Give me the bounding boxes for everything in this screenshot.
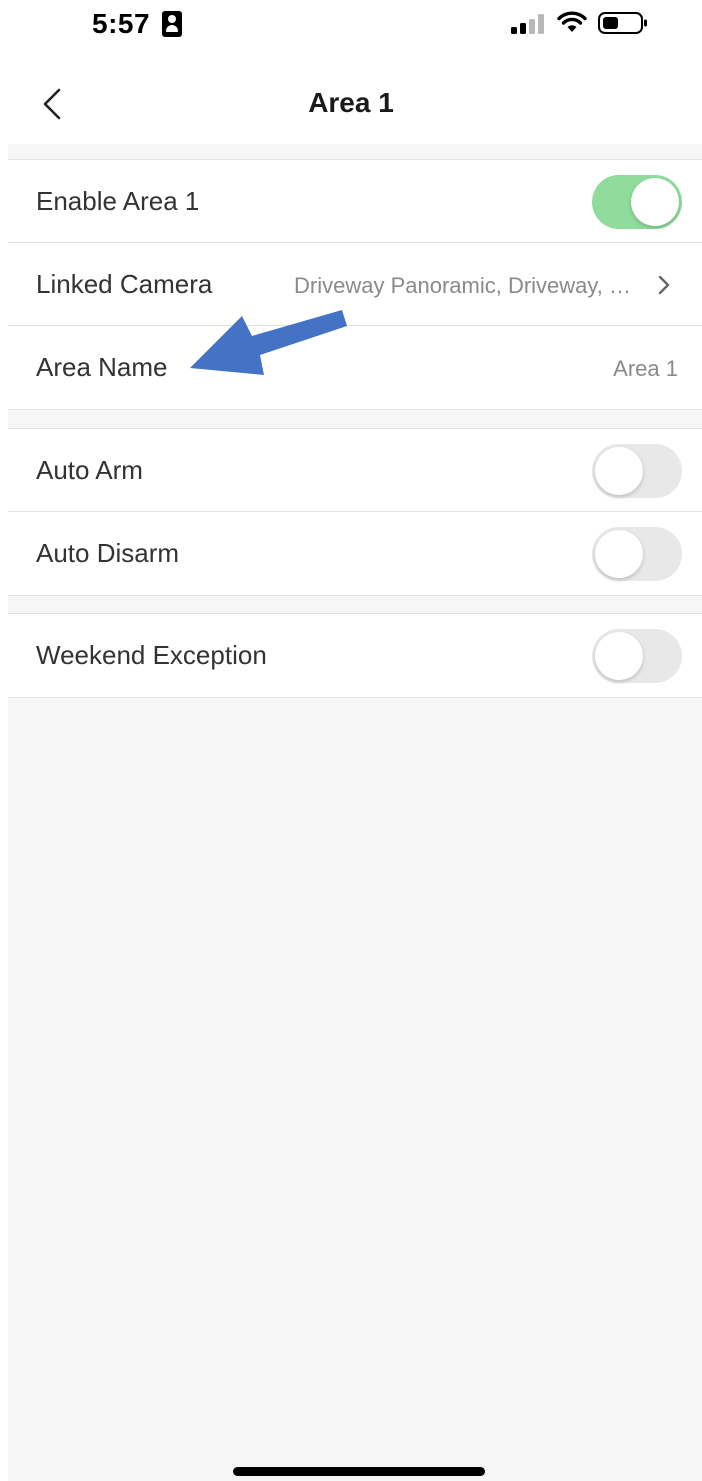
wifi-icon [557,11,587,32]
left-edge-strip [0,144,8,1481]
home-indicator [233,1467,485,1476]
status-time: 5:57 [92,8,151,39]
settings-content: Enable Area 1 Linked Camera Driveway Pan… [8,144,702,1481]
area-name-row[interactable]: Area Name Area 1 [8,326,702,409]
settings-section-arming: Auto Arm Auto Disarm [8,428,702,596]
page-title: Area 1 [308,87,394,118]
row-label: Weekend Exception [36,640,267,670]
linked-camera-value: Driveway Panoramic, Driveway, Garage [294,273,644,298]
cellular-signal-icon [511,14,545,34]
nav-bar: Area 1 [0,60,702,144]
auto-arm-toggle[interactable] [592,444,682,498]
weekend-exception-row[interactable]: Weekend Exception [8,614,702,697]
battery-icon [598,12,647,34]
status-bar: 5:57 [0,0,702,60]
row-label: Enable Area 1 [36,186,200,216]
area-name-value: Area 1 [613,356,678,381]
linked-camera-row[interactable]: Linked Camera Driveway Panoramic, Drivew… [8,243,702,326]
auto-arm-row[interactable]: Auto Arm [8,429,702,512]
chevron-right-icon [658,275,670,295]
toggle-knob [595,447,643,495]
enable-area-row[interactable]: Enable Area 1 [8,160,702,243]
auto-disarm-toggle[interactable] [592,527,682,581]
row-label: Area Name [36,352,168,382]
contact-card-icon [162,11,182,37]
toggle-knob [595,632,643,680]
row-label: Auto Arm [36,455,143,485]
settings-section-weekend: Weekend Exception [8,613,702,698]
toggle-knob [595,530,643,578]
row-label: Linked Camera [36,269,213,299]
toggle-knob [631,178,679,226]
annotation-arrow [190,310,347,375]
enable-area-toggle[interactable] [592,175,682,229]
settings-section-area: Enable Area 1 Linked Camera Driveway Pan… [8,159,702,410]
auto-disarm-row[interactable]: Auto Disarm [8,512,702,595]
row-label: Auto Disarm [36,538,180,568]
weekend-exception-toggle[interactable] [592,629,682,683]
